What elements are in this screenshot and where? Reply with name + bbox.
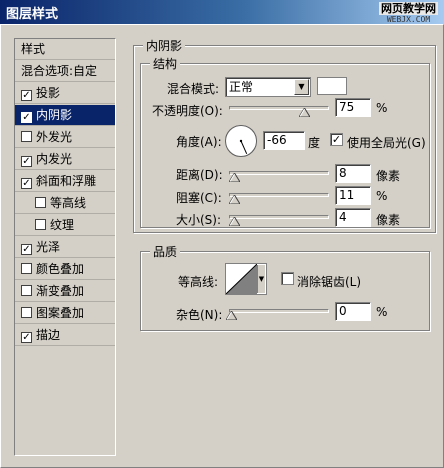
opacity-unit: %	[376, 101, 388, 115]
style-item[interactable]: 等高线	[15, 193, 115, 214]
title-bar: 图层样式 网页教学网 WEBJX.COM	[0, 0, 444, 24]
chevron-down-icon[interactable]: ▼	[257, 265, 265, 293]
style-item-label: 渐变叠加	[36, 284, 85, 298]
style-item[interactable]: 外发光	[15, 127, 115, 148]
global-light-checkbox[interactable]: ✓	[330, 133, 343, 146]
style-item-checkbox[interactable]: ✓	[21, 244, 32, 255]
choke-unit: %	[376, 189, 388, 203]
angle-dial[interactable]	[224, 124, 258, 158]
style-item-checkbox[interactable]: ✓	[21, 112, 32, 123]
style-item-checkbox[interactable]: ✓	[21, 178, 32, 189]
style-item-label: 外发光	[36, 130, 73, 144]
style-item-checkbox[interactable]: ✓	[21, 156, 32, 167]
style-item[interactable]: 渐变叠加	[15, 281, 115, 302]
style-item-label: 描边	[36, 328, 61, 342]
noise-slider-track[interactable]	[229, 309, 329, 313]
blend-mode-value: 正常	[229, 80, 254, 94]
contour-preview-icon	[225, 263, 258, 295]
style-item-checkbox[interactable]: ✓	[21, 90, 32, 101]
style-item-checkbox[interactable]	[35, 219, 46, 230]
size-label: 大小(S):	[176, 213, 222, 227]
opacity-label: 不透明度(O):	[152, 104, 223, 118]
distance-slider-thumb[interactable]	[229, 173, 240, 182]
global-light-label[interactable]: 使用全局光(G)	[347, 134, 426, 151]
watermark-line1: 网页教学网	[379, 2, 438, 15]
contour-label: 等高线:	[178, 275, 219, 289]
style-item-checkbox[interactable]	[21, 131, 32, 142]
chevron-down-icon[interactable]: ▼	[294, 79, 309, 95]
style-item-label: 纹理	[50, 218, 75, 232]
watermark-line2: WEBJX.COM	[386, 15, 431, 24]
style-item-label: 斜面和浮雕	[36, 174, 97, 188]
style-item-checkbox[interactable]	[35, 197, 46, 208]
noise-field[interactable]: 0	[335, 302, 371, 321]
window-title: 图层样式	[6, 7, 59, 22]
style-item[interactable]: 混合选项:自定	[15, 61, 115, 82]
choke-field[interactable]: 11	[335, 186, 371, 205]
watermark: 网页教学网 WEBJX.COM	[379, 2, 438, 24]
style-list-header[interactable]: 样式	[15, 39, 115, 60]
style-item-label: 投影	[36, 86, 61, 100]
style-item[interactable]: ✓ 斜面和浮雕	[15, 171, 115, 192]
noise-unit: %	[376, 305, 388, 319]
style-item[interactable]: ✓ 描边	[15, 325, 115, 346]
quality-title: 品质	[150, 243, 181, 260]
distance-unit: 像素	[376, 169, 401, 183]
style-list: 样式 混合选项:自定 ✓ 投影 ✓ 内阴影外发光 ✓ 内发光 ✓ 斜面和浮雕等高线纹理 ✓ 光泽颜色…	[14, 38, 116, 456]
opacity-slider-thumb[interactable]	[299, 108, 310, 117]
contour-picker[interactable]: ▼	[225, 263, 267, 295]
noise-label: 杂色(N):	[176, 308, 223, 322]
size-unit: 像素	[376, 213, 401, 227]
style-item-label: 等高线	[50, 196, 87, 210]
style-item[interactable]: ✓ 光泽	[15, 237, 115, 258]
angle-label: 角度(A):	[176, 135, 222, 149]
style-item[interactable]: ✓ 投影	[15, 83, 115, 104]
size-slider-track[interactable]	[229, 215, 329, 219]
style-item-label: 颜色叠加	[36, 262, 85, 276]
style-item[interactable]: 纹理	[15, 215, 115, 236]
distance-slider-track[interactable]	[229, 171, 329, 175]
choke-slider-track[interactable]	[229, 193, 329, 197]
style-item-label: 图案叠加	[36, 306, 85, 320]
opacity-slider-track[interactable]	[229, 106, 329, 110]
style-item-checkbox[interactable]: ✓	[21, 332, 32, 343]
size-slider-thumb[interactable]	[229, 217, 240, 226]
choke-slider-thumb[interactable]	[229, 195, 240, 204]
style-item[interactable]: 颜色叠加	[15, 259, 115, 280]
angle-unit: 度	[308, 136, 321, 150]
style-item-label: 混合选项:自定	[21, 64, 98, 78]
style-item[interactable]: 图案叠加	[15, 303, 115, 324]
blend-mode-select[interactable]: 正常 ▼	[225, 77, 311, 97]
opacity-field[interactable]: 75	[335, 98, 371, 117]
structure-title: 结构	[150, 55, 181, 72]
antialias-label[interactable]: 消除锯齿(L)	[297, 273, 361, 290]
size-field[interactable]: 4	[335, 208, 371, 227]
choke-label: 阻塞(C):	[176, 191, 222, 205]
inner-shadow-title: 内阴影	[143, 37, 186, 54]
noise-slider-thumb[interactable]	[226, 311, 237, 320]
distance-label: 距离(D):	[176, 168, 223, 182]
distance-field[interactable]: 8	[335, 164, 371, 183]
angle-field[interactable]: -66	[263, 131, 305, 150]
style-item-checkbox[interactable]	[21, 285, 32, 296]
style-item-label: 内阴影	[36, 108, 73, 122]
style-item[interactable]: ✓ 内发光	[15, 149, 115, 170]
style-item-label: 光泽	[36, 240, 61, 254]
style-item-label: 内发光	[36, 152, 73, 166]
shadow-color-swatch[interactable]	[317, 77, 347, 95]
style-item-checkbox[interactable]	[21, 263, 32, 274]
style-item[interactable]: ✓ 内阴影	[15, 105, 115, 126]
style-item-checkbox[interactable]	[21, 307, 32, 318]
blend-mode-label: 混合模式:	[167, 82, 220, 96]
antialias-checkbox[interactable]	[281, 272, 294, 285]
